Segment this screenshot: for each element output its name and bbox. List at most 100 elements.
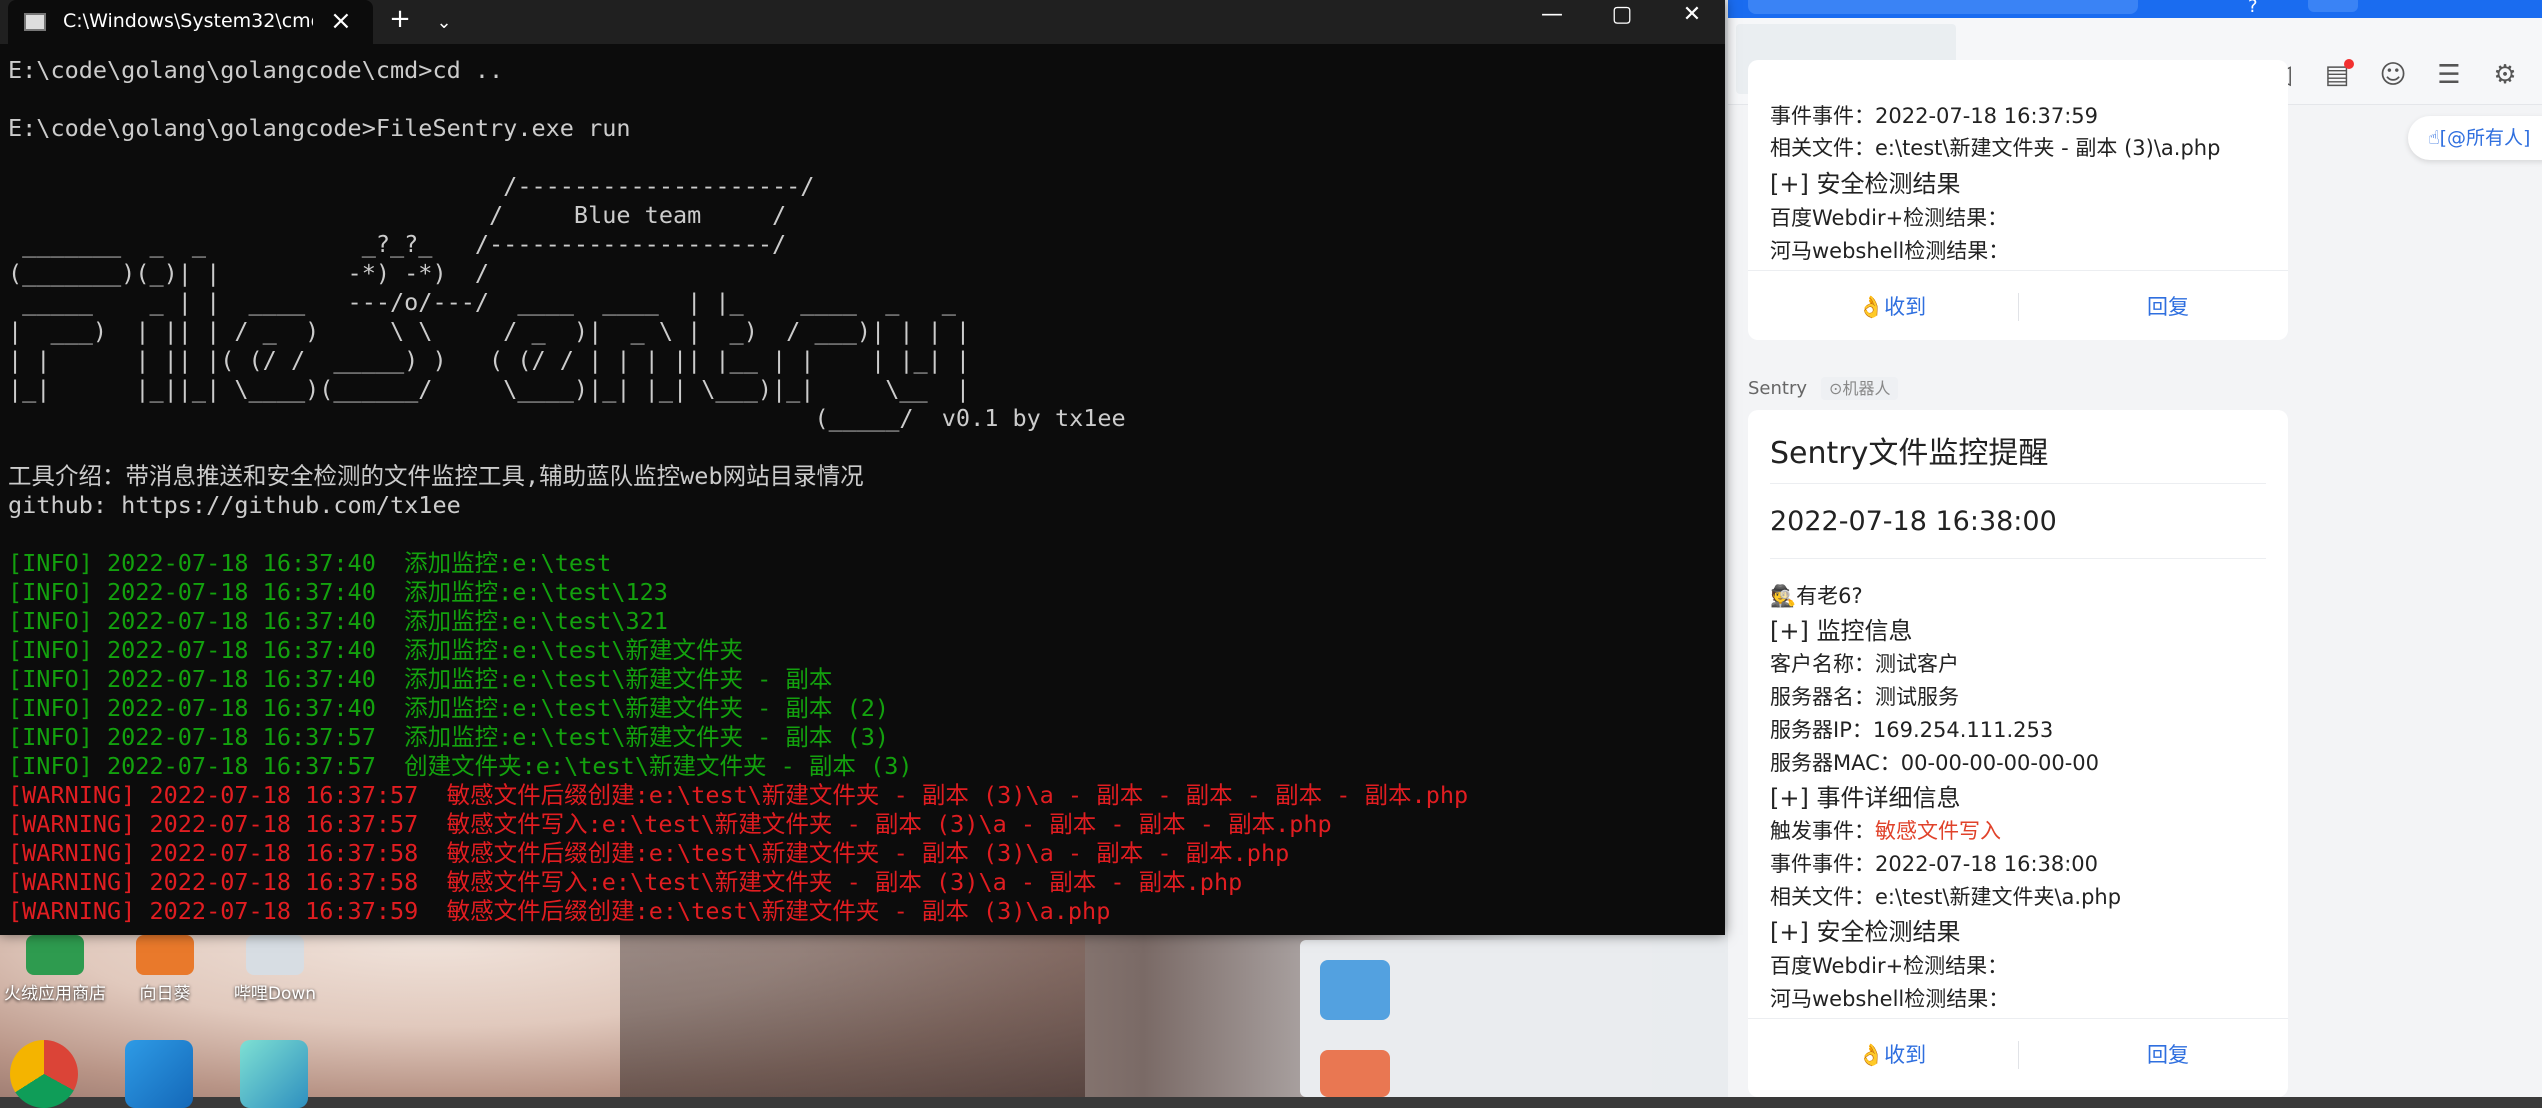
event-time-row: 事件事件：2022-07-18 16:38:00 [1770, 848, 2098, 878]
mention-all-button[interactable]: ☝[@所有人] [2408, 116, 2542, 160]
robot-icon: ⊙ [1829, 379, 1843, 398]
divider [1770, 558, 2266, 559]
bot-badge: ⊙机器人 [1821, 377, 1899, 400]
tab-title: C:\Windows\System32\cmd.e [63, 10, 313, 32]
github-link: github: https://github.com/tx1ee [8, 491, 461, 519]
chevron-down-icon[interactable]: ⌄ [422, 12, 466, 33]
chrome-icon[interactable] [10, 1040, 78, 1108]
event-time-value: 2022-07-18 16:37:59 [1875, 104, 2099, 128]
log-list: [INFO] 2022-07-18 16:37:40 添加监控:e:\test [… [8, 549, 1725, 926]
close-window-icon[interactable]: ✕ [1664, 0, 1720, 32]
info-log-line: [INFO] 2022-07-18 16:37:40 添加监控:e:\test\… [8, 694, 890, 722]
reply-button[interactable]: 回复 [2147, 291, 2189, 321]
event-time-label: 事件事件： [1770, 852, 1875, 876]
chat-app-window: ? ▣ ☑ ◁ ▤ ☺ ☰ ⚙ 事件事件：2022-07-18 16:37:59… [1728, 0, 2542, 1097]
baidu-result-label: 百度Webdir+检测结果： [1770, 206, 2009, 230]
message-card-previous: 事件事件：2022-07-18 16:37:59 相关文件：e:\test\新建… [1748, 60, 2288, 340]
contact-avatar [1320, 960, 1390, 1020]
info-log-line: [INFO] 2022-07-18 16:37:57 添加监控:e:\test\… [8, 723, 890, 751]
cmd-icon [24, 13, 46, 31]
server-name-value: 测试服务 [1875, 685, 1959, 709]
security-header: [+] 安全检测结果 [1770, 170, 1961, 198]
receive-button[interactable]: 👌收到 [1858, 1039, 1926, 1069]
file-row: 相关文件：e:\test\新建文件夹\a.php [1770, 881, 2121, 911]
card-footer: 👌收到 回复 [1748, 1018, 2288, 1089]
desktop-icon-sunflower[interactable]: 向日葵 [110, 935, 220, 1004]
command-line: E:\code\golang\golangcode\cmd>cd .. [8, 56, 504, 84]
notification-dot [2344, 59, 2354, 69]
desktop-icon-bilidown[interactable]: 哔哩Down [220, 935, 330, 1004]
help-icon[interactable]: ? [2248, 0, 2258, 17]
settings-icon[interactable]: ⚙ [2490, 60, 2520, 90]
bot-badge-label: 机器人 [1842, 379, 1891, 398]
card-time: 2022-07-18 16:38:00 [1770, 506, 2057, 537]
banner-line: / Blue team / [8, 201, 787, 229]
banner-line: _____ _ | | ____ ---/o/---/ ____ ____ | … [8, 288, 956, 316]
hand-pointer-icon: ☝ [2428, 127, 2440, 149]
warning-log-line: [WARNING] 2022-07-18 16:37:58 敏感文件后缀创建:e… [8, 839, 1290, 867]
reply-button[interactable]: 回复 [2147, 1039, 2189, 1069]
terminal-tab[interactable]: C:\Windows\System32\cmd.e × [8, 0, 373, 44]
ascii-banner: /--------------------/ / Blue team / ___… [8, 172, 1725, 433]
search-input[interactable] [1748, 0, 2138, 14]
detail-header: [+] 事件详细信息 [1770, 784, 1961, 812]
file-value: e:\test\新建文件夹\a.php [1875, 885, 2122, 909]
info-log-line: [INFO] 2022-07-18 16:37:40 添加监控:e:\test [8, 549, 612, 577]
file-row: 相关文件：e:\test\新建文件夹 - 副本 (3)\a.php [1770, 132, 2220, 162]
receive-button[interactable]: 👌收到 [1858, 291, 1926, 321]
server-mac-value: 00-00-00-00-00-00 [1900, 751, 2099, 775]
server-name-label: 服务器名： [1770, 685, 1875, 709]
chat-topbar: ? [1728, 0, 2542, 18]
card-footer: 👌收到 回复 [1748, 270, 2288, 341]
hema-result-label: 河马webshell检测结果： [1770, 239, 2010, 263]
warning-log-line: [WARNING] 2022-07-18 16:37:57 敏感文件后缀创建:e… [8, 781, 1469, 809]
sender-row: Sentry ⊙机器人 [1748, 375, 1899, 403]
sender-name[interactable]: Sentry [1748, 378, 1807, 399]
vscode-icon[interactable] [125, 1040, 193, 1108]
server-ip-label: 服务器IP： [1770, 718, 1873, 742]
event-time-label: 事件事件： [1770, 104, 1875, 128]
add-button[interactable] [2308, 0, 2358, 12]
trigger-label: 触发事件： [1770, 819, 1875, 843]
banner-line: /--------------------/ [8, 172, 815, 200]
tool-intro: 工具介绍：带消息推送和安全检测的文件监控工具,辅助蓝队监控web网站目录情况 [8, 462, 864, 490]
desktop-icon-label: 哔哩Down [233, 984, 317, 1004]
server-ip-value: 169.254.111.253 [1872, 718, 2054, 742]
close-tab-icon[interactable]: × [330, 6, 352, 36]
add-member-icon[interactable]: ☺ [2378, 60, 2408, 90]
terminal-output[interactable]: E:\code\golang\golangcode\cmd>cd .. E:\c… [8, 56, 1725, 935]
event-time-row: 事件事件：2022-07-18 16:37:59 [1770, 100, 2098, 130]
download-app-icon [246, 935, 304, 975]
minimize-icon[interactable]: — [1524, 0, 1580, 32]
maximize-icon[interactable]: ▢ [1594, 0, 1650, 32]
trigger-value: 敏感文件写入 [1875, 819, 2001, 843]
desktop-icon-label: 火绒应用商店 [4, 984, 106, 1004]
app-icon[interactable] [240, 1040, 308, 1108]
trigger-row: 触发事件：敏感文件写入 [1770, 815, 2001, 845]
server-name-row: 服务器名：测试服务 [1770, 681, 1959, 711]
new-tab-icon[interactable]: + [378, 4, 422, 34]
app-store-icon [26, 935, 84, 975]
card-greeting: 🕵有老6? [1770, 584, 1863, 608]
baidu-result-label: 百度Webdir+检测结果： [1770, 954, 2009, 978]
info-log-line: [INFO] 2022-07-18 16:37:40 添加监控:e:\test\… [8, 607, 668, 635]
file-label: 相关文件： [1770, 136, 1875, 160]
desktop-icon-huorong[interactable]: 火绒应用商店 [0, 935, 110, 1004]
card-title: Sentry文件监控提醒 [1770, 436, 2049, 471]
customer-row: 客户名称：测试客户 [1770, 648, 1959, 678]
warning-log-line: [WARNING] 2022-07-18 16:37:59 敏感文件后缀创建:e… [8, 897, 1111, 925]
server-mac-row: 服务器MAC：00-00-00-00-00-00 [1770, 747, 2099, 777]
warning-log-line: [WARNING] 2022-07-18 16:37:57 敏感文件写入:e:\… [8, 810, 1332, 838]
divider [1770, 483, 2266, 484]
security-header: [+] 安全检测结果 [1770, 918, 1961, 946]
background-window [1300, 940, 1652, 1097]
server-ip-row: 服务器IP：169.254.111.253 [1770, 714, 2053, 744]
terminal-titlebar: C:\Windows\System32\cmd.e × + ⌄ — ▢ ✕ [0, 0, 1725, 44]
search-history-icon[interactable]: ☰ [2434, 60, 2464, 90]
event-time-value: 2022-07-18 16:38:00 [1875, 852, 2099, 876]
warning-log-line: [WARNING] 2022-07-18 16:37:58 敏感文件写入:e:\… [8, 868, 1243, 896]
info-log-line: [INFO] 2022-07-18 16:37:40 添加监控:e:\test\… [8, 636, 743, 664]
